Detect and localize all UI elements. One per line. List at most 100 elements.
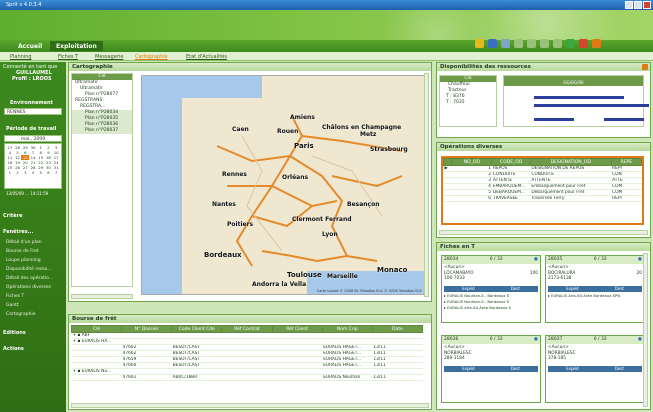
fiche-card[interactable]: 28034 0 / 33 ● <Aucun> LOCAMABAYO 100 106-7033… — [441, 255, 541, 323]
fiche-card[interactable]: 28036 0 / 33 ● <Aucun> NORBIALESC 289-1184 Exp… — [441, 335, 541, 403]
tree-scrollbar[interactable] — [71, 294, 133, 299]
dispo-panel: Disponibilités des ressources Clé Chauff… — [436, 62, 651, 138]
operations-column-header[interactable]: DESIGNATION_OD — [529, 158, 612, 166]
cancel-icon[interactable] — [579, 39, 588, 48]
bourse-column-header[interactable]: Date — [371, 325, 423, 333]
fiche-id: 28035 — [548, 257, 563, 262]
period-label: Période de travail — [6, 126, 57, 132]
editions-label[interactable]: Editions — [3, 330, 26, 336]
calendar-day[interactable]: 6 — [45, 170, 53, 175]
nav-first-icon[interactable] — [514, 39, 523, 48]
tree-node[interactable]: T : 7035 — [440, 100, 496, 106]
calendar-day[interactable]: 7 — [52, 170, 60, 175]
maximize-button[interactable] — [634, 1, 642, 9]
bourse-column-header[interactable]: Clé — [71, 325, 123, 333]
bourse-column-header[interactable]: Code Client Cde — [171, 325, 223, 333]
sidebar-window-link[interactable]: Fiches T — [6, 294, 24, 299]
minimize-button[interactable] — [625, 1, 633, 9]
fiche-id: 28034 — [444, 257, 459, 262]
gantt-area[interactable]: GG/GG/06 — [503, 75, 649, 127]
table-row[interactable]: 6 TRAVERSEE Traversée Ferry REPI — [443, 195, 642, 202]
close-button[interactable] — [643, 1, 651, 9]
map-city-label: Clermont Ferrand — [292, 216, 352, 223]
map-city-label: Metz — [360, 131, 377, 138]
cartographie-panel: Cartographie Clé Ultramatir Ultramatir Pla… — [68, 62, 432, 302]
operations-scrollbar[interactable] — [439, 230, 648, 235]
nav-last-icon[interactable] — [553, 39, 562, 48]
dispo-tree-items: Chauffeur Tracteur T : 8376 T : 7035 — [440, 82, 496, 106]
gantt-bar[interactable] — [534, 118, 574, 121]
calendar-month[interactable]: mai , 2009 — [4, 135, 62, 142]
calendar-day[interactable]: 1 — [6, 170, 14, 175]
fiche-card-header: 28034 0 / 33 ● — [442, 256, 540, 264]
fiche-card-header: 28035 0 / 33 ● — [546, 256, 644, 264]
sidebar-window-link[interactable]: Disponibilité resso... — [6, 267, 52, 272]
map-city-label: Bordeaux — [204, 251, 242, 259]
fiche-col-exp: Expéd — [566, 366, 579, 371]
fiche-status-icon: ● — [638, 337, 642, 342]
subnav-messagerie[interactable]: Messagerie — [95, 54, 123, 60]
tab-accueil[interactable]: Accueil — [12, 41, 48, 51]
sidebar-window-link[interactable]: Gantt — [6, 303, 19, 308]
operations-column-header[interactable]: CODE_OD — [491, 158, 531, 166]
calendar-day[interactable]: 2 — [14, 170, 22, 175]
check-icon[interactable] — [566, 39, 575, 48]
fiche-card-header: 28036 0 / 33 ● — [442, 336, 540, 344]
operations-column-header[interactable]: NO_OD — [451, 158, 493, 166]
tree-node[interactable]: Plan n°P28037 — [72, 128, 132, 134]
sidebar-window-link[interactable]: Détail des opératio... — [6, 276, 53, 281]
lightbulb-icon[interactable] — [475, 39, 484, 48]
fiche-row[interactable]: ▸ EURALIS Noulhan-E.. Bordeaux S — [444, 299, 538, 304]
time-line: 13/05/09 ... 14:11:59 — [6, 191, 49, 196]
operations-body: ▶ 1 REPOS DESIGNATION DE REPOS REPI 2 CONDUITE… — [443, 165, 642, 202]
bourse-scrollbar[interactable] — [71, 403, 429, 408]
bourse-column-header[interactable]: Réf Client — [271, 325, 323, 333]
sidebar-window-link[interactable]: Opérations diverses — [6, 285, 51, 290]
map-city-label: Strasbourg — [370, 146, 408, 153]
map-view[interactable]: Amiens Rouen Châlons en Champagne Metz Caen P… — [141, 75, 425, 295]
table-row[interactable]: 47661 ABI/C/18BR EURALIS Noulhan 13/11 — [71, 374, 423, 381]
env-select[interactable]: RENNES — [4, 108, 62, 115]
calendar-day[interactable]: 3 — [21, 170, 29, 175]
bourse-column-header[interactable]: Nom Cnp — [321, 325, 373, 333]
nav-prev-icon[interactable] — [527, 39, 536, 48]
fiches-scrollbar[interactable] — [643, 253, 648, 407]
fiche-row[interactable]: ▸ EURALIS Arts-64 Ante Bordeaux S — [444, 305, 538, 310]
user-icon[interactable] — [488, 39, 497, 48]
fiche-row[interactable]: ▸ EURALIS Arts-64 Ante Bordeaux SPB — [548, 293, 642, 298]
bourse-body: + ▪ ABF + ▪ EURALIS HA... 47662 BESOT/CAST E… — [71, 332, 423, 381]
fiche-row[interactable]: ▸ EURALIS Noulhan-E.. Bordeaux S — [444, 293, 538, 298]
refresh-icon[interactable] — [592, 39, 601, 48]
subnav-fiches-t[interactable]: Fiches T — [58, 54, 78, 60]
dispo-close-icon[interactable] — [642, 64, 648, 70]
operations-column-header[interactable]: REPE — [610, 158, 642, 166]
sidebar-window-link[interactable]: Cartographie — [6, 312, 35, 317]
carto-tree-items: Ultramatir Ultramatir Plan n°P28077 REGSTRA… — [72, 80, 132, 134]
tab-exploitation[interactable]: Exploitation — [50, 41, 103, 51]
subnav-etat-actualites[interactable]: Etat d'Actualités — [186, 54, 227, 60]
windows-label[interactable]: Fenêtres... — [3, 229, 33, 235]
criteria-label[interactable]: Critère — [3, 213, 23, 219]
search-icon[interactable] — [501, 39, 510, 48]
carto-scrollbar[interactable] — [424, 73, 429, 297]
fiche-card[interactable]: 28037 0 / 33 ● <Aucun> NORBIALESC 378-185 Expé… — [545, 335, 645, 403]
nav-next-icon[interactable] — [540, 39, 549, 48]
actions-label[interactable]: Actions — [3, 346, 24, 352]
subnav-planning[interactable]: Planning — [10, 54, 32, 60]
calendar-day[interactable]: 5 — [37, 170, 45, 175]
calendar: 27 28 29 30 1 2 3 4 5 6 7 8 9 10 11 12 13 14 15 16 17 18 19 20 2… — [4, 143, 62, 189]
fiche-card[interactable]: 28035 0 / 33 ● <Aucun> BOCIRALURA 20 2173-6138… — [545, 255, 645, 323]
operations-table-wrap: NO_OD CODE_OD DESIGNATION_OD REPE ▶ 1 REPOS DE… — [441, 156, 644, 225]
calendar-day[interactable]: 4 — [29, 170, 37, 175]
bourse-column-header[interactable]: Réf Contrat — [221, 325, 273, 333]
subnav-cartographie[interactable]: Cartographie — [135, 54, 168, 60]
sidebar-window-link[interactable]: Loupe planning — [6, 258, 41, 263]
sidebar-window-link[interactable]: Bourse de Fret — [6, 249, 39, 254]
gantt-bar[interactable] — [534, 96, 624, 99]
gantt-bar[interactable] — [534, 104, 649, 107]
table-cell — [221, 374, 273, 381]
sidebar-window-link[interactable]: Détail d'un plan — [6, 240, 42, 245]
gantt-bar[interactable] — [604, 118, 644, 121]
bourse-column-header[interactable]: N° Dossier — [121, 325, 173, 333]
gantt-header: GG/GG/06 — [504, 76, 643, 86]
